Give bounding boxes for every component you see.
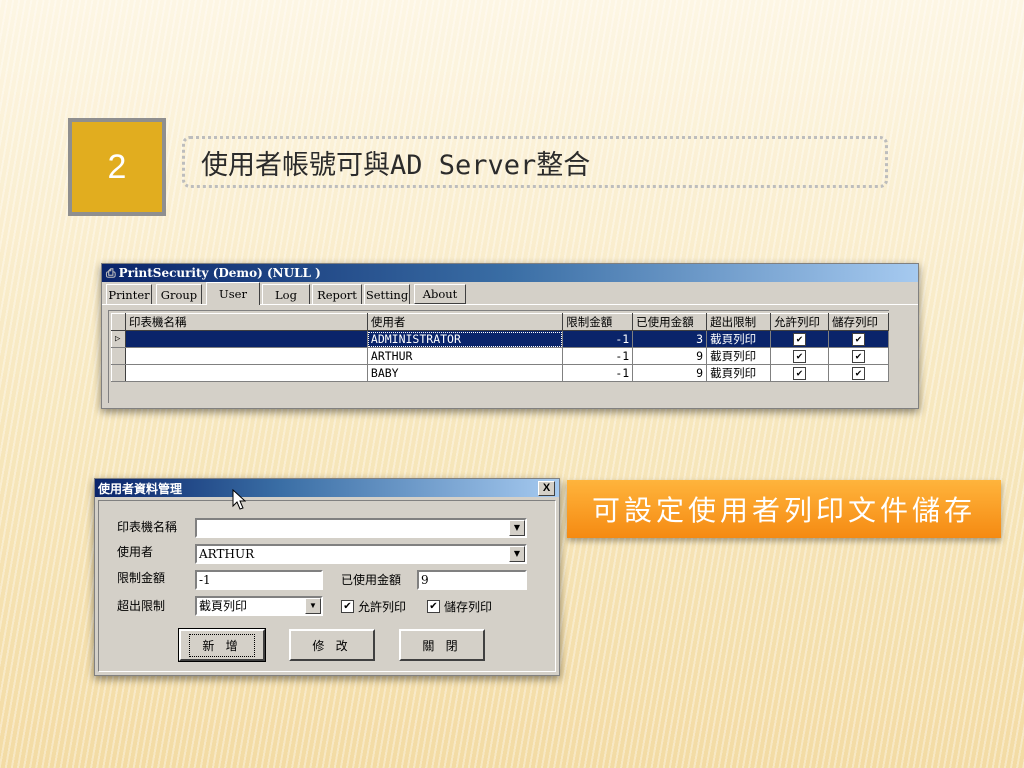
cell-limit[interactable]: -1 [562,347,634,365]
user-label: 使用者 [117,545,154,559]
tab-bar: Printer Group User Log Report Setting Ab… [102,282,918,305]
cell-printer[interactable] [125,330,368,348]
used-input[interactable]: 9 [417,570,527,590]
app-window: ⎙ PrintSecurity (Demo) (NULL ) Printer G… [101,263,919,409]
user-table: 印表機名稱 使用者 限制金額 已使用金額 超出限制 允許列印 儲存列印 ▷ AD… [111,313,889,382]
column-header[interactable]: 超出限制 [706,313,772,331]
chevron-down-icon[interactable]: ▼ [509,520,525,536]
table-header-row: 印表機名稱 使用者 限制金額 已使用金額 超出限制 允許列印 儲存列印 [111,313,889,331]
column-header[interactable]: 允許列印 [770,313,829,331]
printer-select[interactable]: ▼ [195,518,527,538]
checkbox-checked-icon[interactable]: ✔ [427,600,440,613]
exceed-select-value: 截頁列印 [199,599,248,613]
column-header[interactable]: 已使用金額 [632,313,708,331]
cell-allow[interactable]: ✔ [770,364,829,382]
used-label: 已使用金額 [341,573,402,587]
slide-number-badge: 2 [68,118,166,216]
cell-exceed[interactable]: 截頁列印 [706,330,772,348]
user-select[interactable]: ARTHUR ▼ [195,544,527,564]
slide-title: 使用者帳號可與AD Server整合 [201,149,591,181]
cell-user[interactable]: ARTHUR [367,347,564,365]
cell-printer[interactable] [125,347,368,365]
slide-title-box: 使用者帳號可與AD Server整合 [182,136,888,188]
store-print-label: 儲存列印 [444,600,493,614]
cell-limit[interactable]: -1 [562,364,634,382]
cell-exceed[interactable]: 截頁列印 [706,364,772,382]
tab-about[interactable]: About [414,284,466,304]
mouse-pointer-icon [232,489,246,510]
printer-icon: ⎙ [106,265,116,280]
allow-print-checkbox[interactable]: ✔ 允許列印 [341,598,406,615]
tab-printer[interactable]: Printer [106,284,152,304]
limit-label: 限制金額 [117,571,166,585]
dialog-titlebar[interactable]: 使用者資料管理 X [95,479,559,497]
dialog-body: 印表機名稱 ▼ 使用者 ARTHUR ▼ 限制金額 -1 已使用金額 9 超出限… [98,489,556,672]
printer-label: 印表機名稱 [117,520,178,534]
add-button[interactable]: 新 增 [178,628,266,662]
column-header[interactable]: 限制金額 [562,313,634,331]
cell-user[interactable]: ADMINISTRATOR [367,330,564,348]
checkbox-checked-icon[interactable]: ✔ [341,600,354,613]
store-print-checkbox[interactable]: ✔ 儲存列印 [427,598,492,615]
row-indicator[interactable] [111,364,126,382]
chevron-down-icon[interactable]: ▼ [509,546,525,562]
app-window-titlebar[interactable]: ⎙ PrintSecurity (Demo) (NULL ) [102,264,918,282]
column-header[interactable]: 儲存列印 [828,313,889,331]
table-row[interactable]: ▷ ADMINISTRATOR -1 3 截頁列印 ✔ ✔ [111,330,889,348]
cell-allow[interactable]: ✔ [770,330,829,348]
cell-exceed[interactable]: 截頁列印 [706,347,772,365]
cell-used[interactable]: 9 [632,364,708,382]
user-dialog: 使用者資料管理 X 印表機名稱 ▼ 使用者 ARTHUR ▼ 限制金額 -1 已… [94,478,560,676]
tab-log[interactable]: Log [262,284,310,304]
checkbox-checked-icon[interactable]: ✔ [793,367,807,380]
checkbox-checked-icon[interactable]: ✔ [852,333,865,346]
modify-button[interactable]: 修 改 [289,629,375,661]
user-select-value: ARTHUR [199,547,255,561]
cell-allow[interactable]: ✔ [770,347,829,365]
user-grid: 印表機名稱 使用者 限制金額 已使用金額 超出限制 允許列印 儲存列印 ▷ AD… [108,310,889,403]
cell-used[interactable]: 9 [632,347,708,365]
row-pointer-icon[interactable]: ▷ [111,330,126,348]
feature-callout: 可設定使用者列印文件儲存 [567,480,1001,538]
column-header[interactable]: 印表機名稱 [124,313,368,331]
tab-setting[interactable]: Setting [364,284,410,304]
close-icon[interactable]: X [538,481,555,496]
row-indicator[interactable] [111,347,126,365]
cell-printer[interactable] [125,364,368,382]
row-indicator-header [111,313,126,331]
checkbox-checked-icon[interactable]: ✔ [793,333,807,346]
cell-store[interactable]: ✔ [828,347,889,365]
chevron-down-icon[interactable]: ▼ [305,598,321,614]
cell-used[interactable]: 3 [632,330,708,348]
cell-store[interactable]: ✔ [828,364,889,382]
checkbox-checked-icon[interactable]: ✔ [793,350,807,363]
checkbox-checked-icon[interactable]: ✔ [852,367,865,380]
app-window-title: PrintSecurity (Demo) (NULL ) [118,266,321,280]
cell-limit[interactable]: -1 [562,330,634,348]
tab-report[interactable]: Report [312,284,362,304]
exceed-label: 超出限制 [117,599,166,613]
exceed-select[interactable]: 截頁列印 ▼ [195,596,323,616]
limit-input[interactable]: -1 [195,570,323,590]
tab-group[interactable]: Group [156,284,202,304]
table-row[interactable]: BABY -1 9 截頁列印 ✔ ✔ [111,364,889,382]
cell-user[interactable]: BABY [367,364,564,382]
cell-store[interactable]: ✔ [828,330,889,348]
allow-print-label: 允許列印 [358,600,407,614]
close-button[interactable]: 關 閉 [399,629,485,661]
tab-user[interactable]: User [206,282,260,305]
add-button-label: 新 增 [189,633,255,657]
slide-number: 2 [72,122,162,212]
table-row[interactable]: ARTHUR -1 9 截頁列印 ✔ ✔ [111,347,889,365]
column-header[interactable]: 使用者 [366,313,564,331]
checkbox-checked-icon[interactable]: ✔ [852,350,865,363]
dialog-title: 使用者資料管理 [98,481,183,496]
